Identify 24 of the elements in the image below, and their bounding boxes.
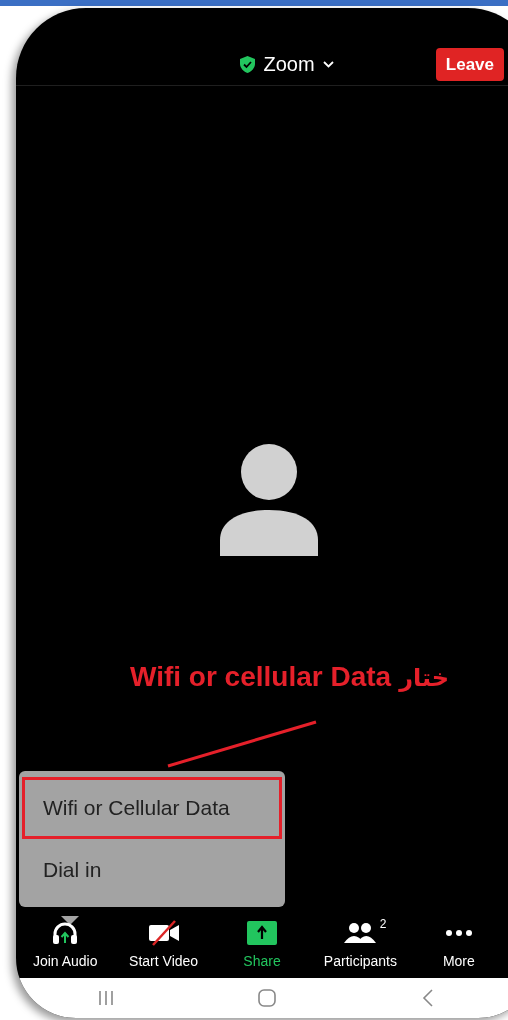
toolbar-button[interactable]: Join Audio	[16, 914, 115, 978]
share-icon	[247, 921, 277, 945]
menu-item[interactable]: Wifi or Cellular Data	[22, 777, 282, 839]
toolbar-button[interactable]: 2 Participants	[311, 914, 410, 978]
headphones-icon	[52, 921, 79, 945]
video-off-icon	[146, 920, 181, 946]
toolbar-button[interactable]: Share	[212, 914, 312, 978]
annotation-arabic-text: ختار	[399, 663, 450, 694]
leave-button[interactable]: Leave	[435, 47, 504, 81]
avatar-silhouette-icon	[220, 444, 318, 556]
more-icon	[444, 929, 473, 937]
meeting-title[interactable]: Zoom	[263, 49, 315, 79]
back-icon[interactable]	[421, 989, 434, 1007]
home-icon[interactable]	[257, 988, 277, 1008]
annotation-text: Wifi or cellular Data	[130, 660, 392, 694]
menu-pointer	[61, 916, 79, 925]
toolbar-button[interactable]: Start Video	[114, 914, 213, 978]
menu-item[interactable]: Dial in	[22, 839, 282, 901]
participant-count: 2	[379, 916, 387, 933]
toolbar-button[interactable]: More	[409, 914, 508, 978]
chevron-down-icon[interactable]	[322, 60, 334, 68]
people-icon	[344, 921, 377, 945]
recent-apps-icon[interactable]	[98, 990, 115, 1006]
shield-check-icon	[240, 55, 256, 73]
